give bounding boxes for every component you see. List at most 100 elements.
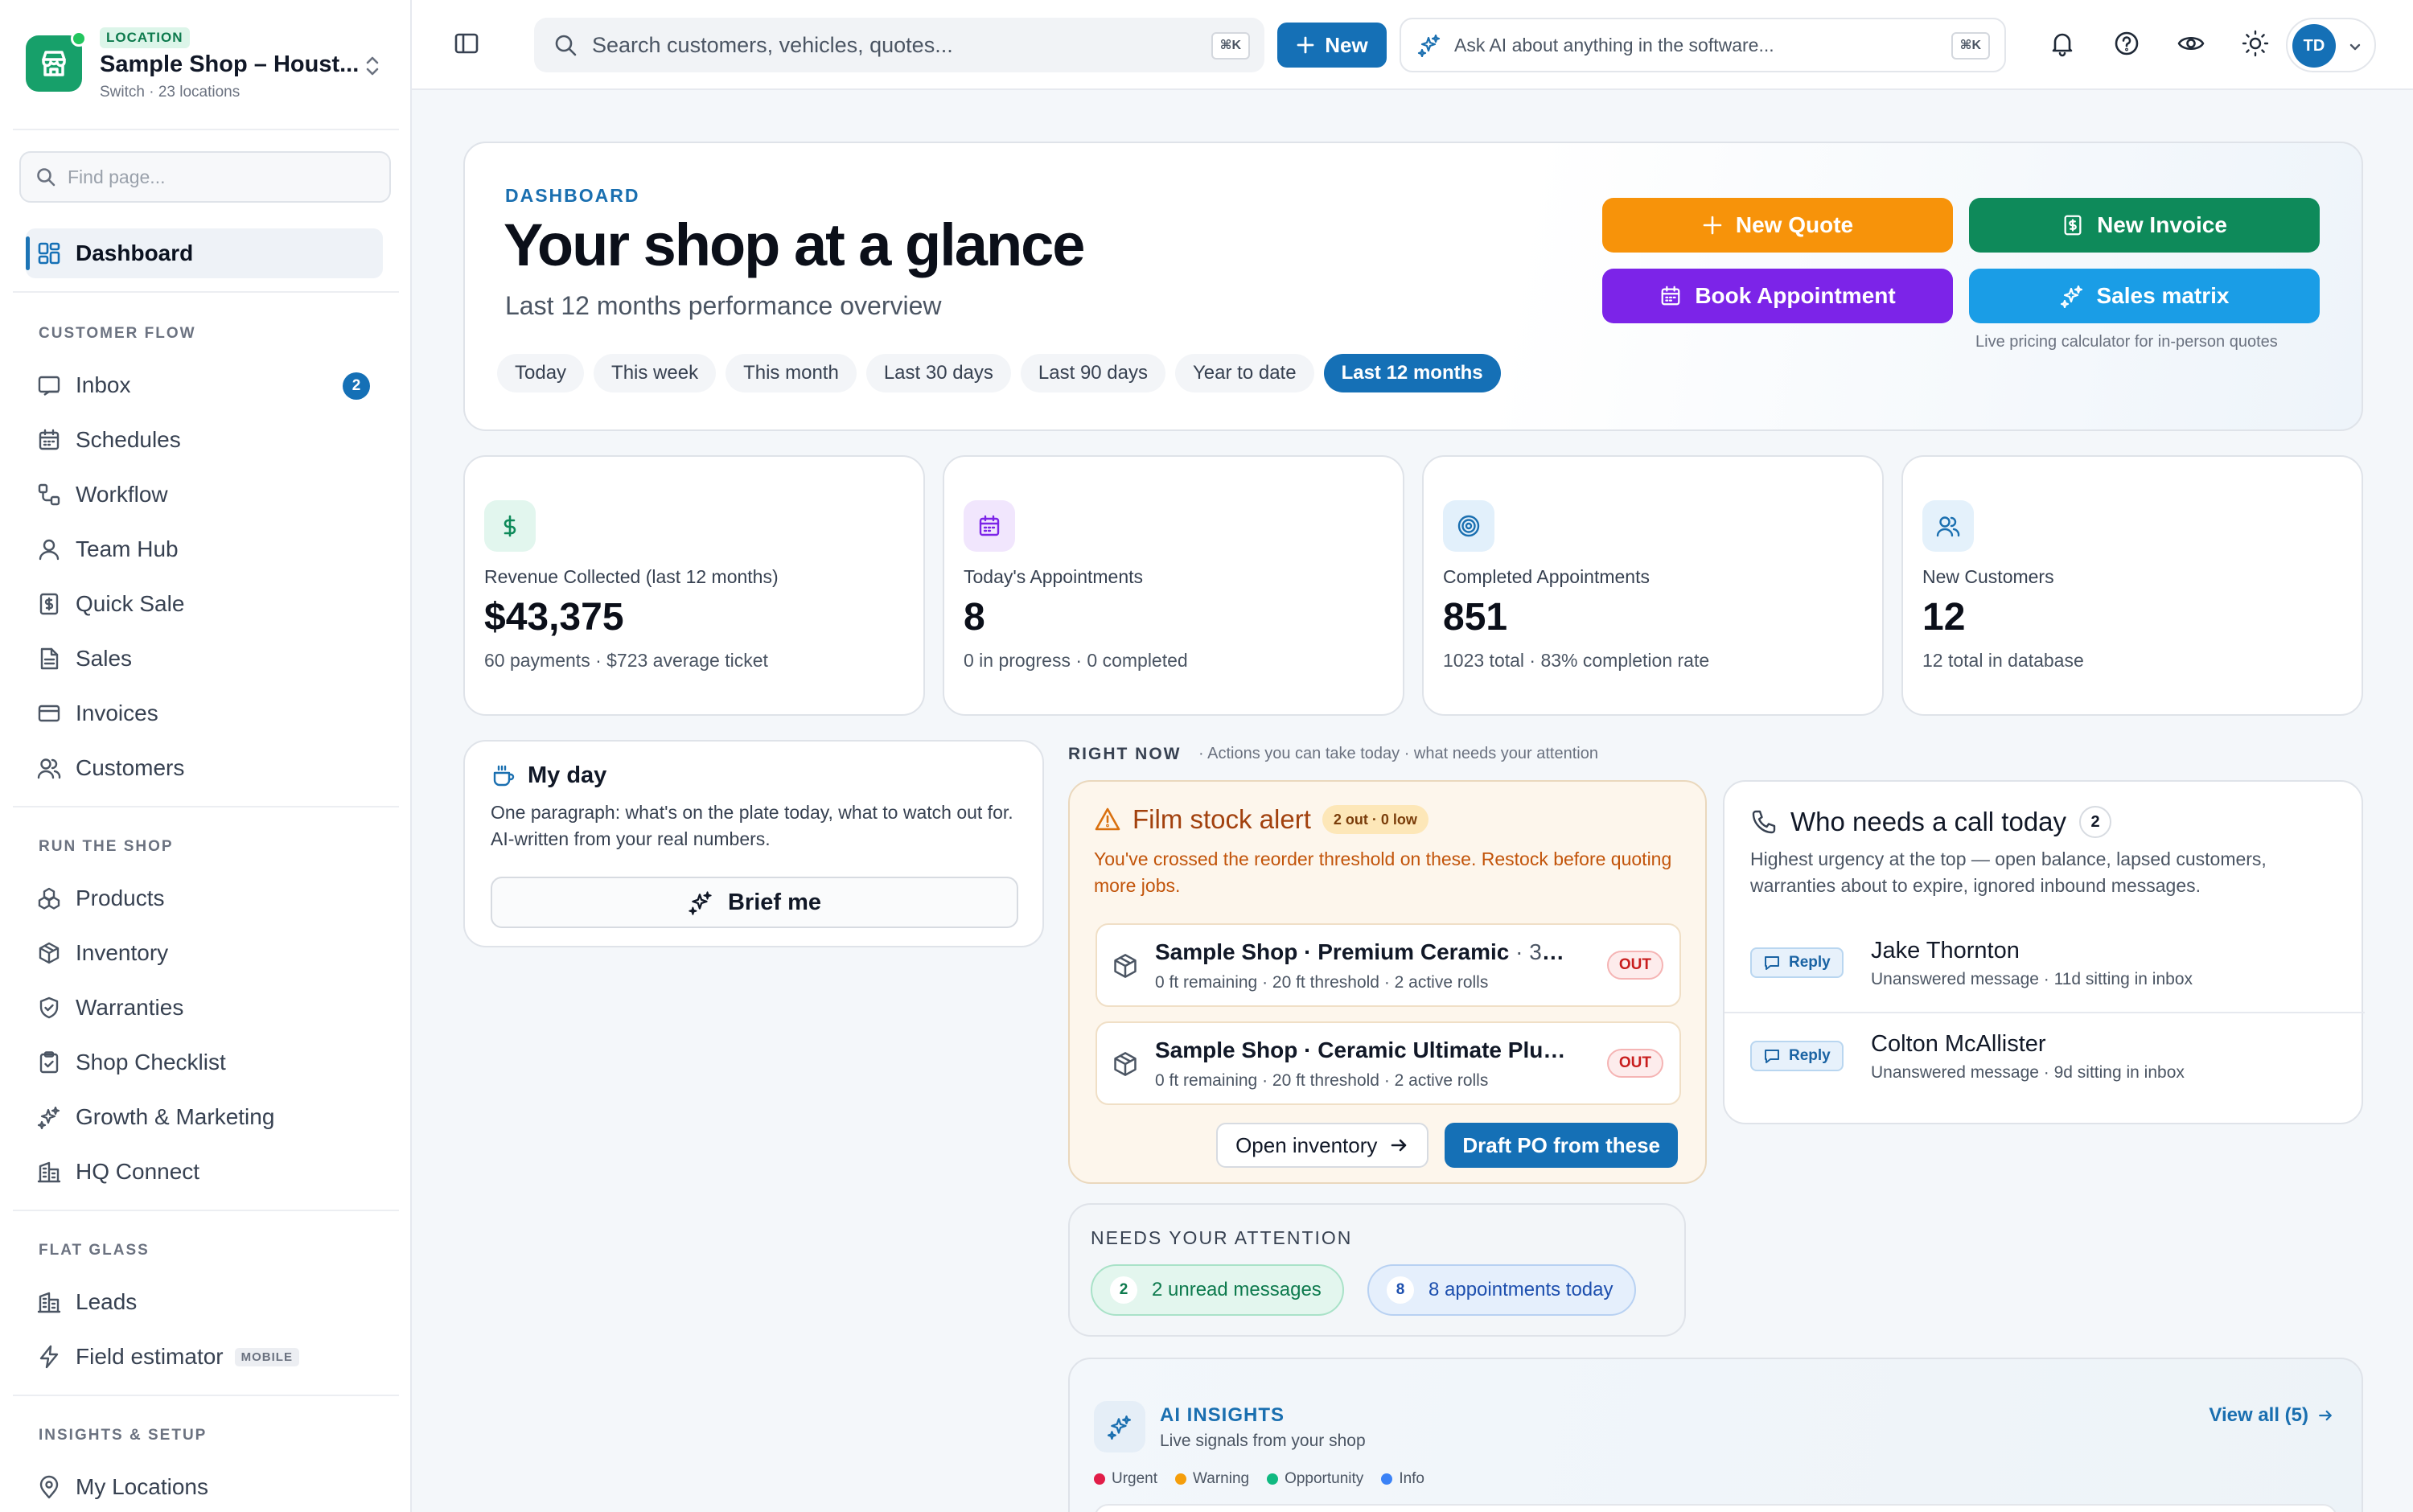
find-page-field[interactable] (19, 151, 391, 203)
sidebar-divider (13, 1210, 399, 1211)
boxes-icon (37, 886, 61, 910)
sidebar-item-customers[interactable]: Customers (26, 743, 383, 793)
online-status-dot (71, 31, 87, 47)
sidebar-item-my-locations[interactable]: My Locations (26, 1462, 383, 1512)
global-search-input[interactable] (592, 32, 1171, 58)
open-inventory-button[interactable]: Open inventory (1216, 1123, 1429, 1168)
stat-label: New Customers (1922, 566, 2054, 587)
sidebar-item-dashboard[interactable]: Dashboard (26, 228, 383, 278)
stat-card-revenue[interactable]: Revenue Collected (last 12 months) $43,3… (463, 455, 925, 716)
sidebar-item-label: Field estimator (76, 1344, 224, 1369)
sun-icon[interactable] (2241, 29, 2270, 58)
sidebar-item-shop-checklist[interactable]: Shop Checklist (26, 1037, 383, 1087)
film-stock-item[interactable]: Sample Shop · Ceramic Ultimate Plus · ..… (1096, 1021, 1681, 1105)
calls-today-card: Who needs a call today 2 Highest urgency… (1723, 780, 2365, 1124)
global-search[interactable]: ⌘K (534, 18, 1264, 72)
sidebar-item-label: Team Hub (76, 536, 179, 561)
new-invoice-button[interactable]: New Invoice (1969, 198, 2320, 253)
users-icon (1922, 500, 1974, 552)
film-alert-actions: Open inventory Draft PO from these (1216, 1123, 1678, 1168)
call-row[interactable]: Reply Jake Thornton Unanswered message ·… (1724, 920, 2365, 1010)
bell-icon[interactable] (2048, 29, 2077, 58)
my-day-title: My day (528, 762, 607, 788)
range-last-30-days[interactable]: Last 30 days (865, 354, 1011, 392)
bolt-icon (37, 1345, 61, 1369)
sidebar-item-sales[interactable]: Sales (26, 634, 383, 684)
range-year-to-date[interactable]: Year to date (1175, 354, 1314, 392)
insight-item[interactable] (1094, 1504, 2337, 1512)
range-today[interactable]: Today (497, 354, 585, 392)
dashboard-grid-icon (37, 241, 61, 265)
film-item-detail: · 35% ... (1515, 939, 1573, 964)
film-item-title: Sample Shop · Ceramic Ultimate Plus · ..… (1155, 1037, 1573, 1063)
legend-urgent: Urgent (1094, 1470, 1157, 1488)
help-icon[interactable] (2112, 29, 2141, 58)
sparkles-icon (1094, 1401, 1145, 1452)
stat-meta: 60 payments · $723 average ticket (484, 650, 768, 671)
sidebar-item-workflow[interactable]: Workflow (26, 470, 383, 520)
sidebar-item-growth-marketing[interactable]: Growth & Marketing (26, 1092, 383, 1142)
page-title: Your shop at a glance (504, 212, 1085, 278)
building-icon (37, 1290, 61, 1314)
sidebar-item-quick-sale[interactable]: Quick Sale (26, 579, 383, 629)
stat-label: Revenue Collected (last 12 months) (484, 566, 779, 587)
stat-card-completed-appointments[interactable]: Completed Appointments 851 1023 total · … (1422, 455, 1884, 716)
sidebar-item-schedules[interactable]: Schedules (26, 415, 383, 465)
brief-me-button[interactable]: Brief me (491, 877, 1018, 928)
dollar-doc-icon (2062, 214, 2084, 236)
call-reason: Unanswered message · 9d sitting in inbox (1871, 1063, 2185, 1082)
ask-ai-field[interactable]: Ask AI about anything in the software...… (1400, 18, 2006, 72)
new-button[interactable]: New (1277, 23, 1387, 68)
checklist-icon (37, 1050, 61, 1074)
range-this-month[interactable]: This month (726, 354, 857, 392)
sidebar-item-invoices[interactable]: Invoices (26, 688, 383, 738)
sidebar-toggle-icon[interactable] (452, 29, 481, 58)
location-switcher[interactable]: LOCATION Sample Shop – Houst... Switch ·… (26, 24, 388, 105)
unread-messages-pill[interactable]: 2 2 unread messages (1091, 1264, 1344, 1316)
legend-label: Urgent (1112, 1470, 1158, 1487)
sidebar-item-team-hub[interactable]: Team Hub (26, 524, 383, 574)
film-stock-item[interactable]: Sample Shop · Premium Ceramic · 35% ... … (1096, 923, 1681, 1007)
location-badge: LOCATION (100, 27, 190, 48)
workflow-icon (37, 483, 61, 507)
sidebar-item-field-estimator[interactable]: Field estimator MOBILE (26, 1332, 383, 1382)
new-quote-button[interactable]: New Quote (1602, 198, 1953, 253)
sales-matrix-button[interactable]: Sales matrix (1969, 269, 2320, 323)
stat-card-new-customers[interactable]: New Customers 12 12 total in database (1901, 455, 2363, 716)
draft-po-button[interactable]: Draft PO from these (1445, 1123, 1678, 1168)
find-page-input[interactable] (68, 166, 373, 188)
sidebar-item-products[interactable]: Products (26, 873, 383, 923)
reply-button[interactable]: Reply (1750, 1041, 1844, 1071)
range-this-week[interactable]: This week (594, 354, 717, 392)
users-icon (37, 756, 61, 780)
sidebar-item-inbox[interactable]: Inbox 2 (26, 360, 383, 410)
sidebar-item-leads[interactable]: Leads (26, 1277, 383, 1327)
store-icon (26, 31, 87, 92)
my-day-text: One paragraph: what's on the plate today… (491, 802, 1013, 849)
dollar-doc-icon (37, 592, 61, 616)
view-all-insights-link[interactable]: View all (5) (2209, 1404, 2334, 1427)
sparkles-icon (688, 890, 713, 915)
call-row[interactable]: Reply Colton McAllister Unanswered messa… (1724, 1012, 2365, 1102)
eye-icon[interactable] (2177, 29, 2205, 58)
ai-insights-subtitle: Live signals from your shop (1160, 1432, 1366, 1450)
calls-description: Highest urgency at the top — open balanc… (1750, 848, 2267, 896)
stat-card-todays-appointments[interactable]: Today's Appointments 8 0 in progress · 0… (943, 455, 1404, 716)
range-last-12-months[interactable]: Last 12 months (1323, 354, 1501, 392)
sidebar-item-inventory[interactable]: Inventory (26, 928, 383, 978)
user-menu[interactable]: TD (2286, 18, 2376, 72)
sidebar-item-warranties[interactable]: Warranties (26, 983, 383, 1033)
appointments-today-pill[interactable]: 8 8 appointments today (1367, 1264, 1636, 1316)
sparkles-icon (1417, 33, 1441, 57)
book-appointment-button[interactable]: Book Appointment (1602, 269, 1953, 323)
search-shortcut: ⌘K (1211, 32, 1250, 60)
film-item-name: Sample Shop · Premium Ceramic (1155, 939, 1510, 964)
sidebar-item-hq-connect[interactable]: HQ Connect (26, 1147, 383, 1197)
range-last-90-days[interactable]: Last 90 days (1020, 354, 1165, 392)
reply-button[interactable]: Reply (1750, 947, 1844, 978)
film-item-meta: 0 ft remaining · 20 ft threshold · 2 act… (1155, 1071, 1489, 1090)
ai-insights-card: AI INSIGHTS Live signals from your shop … (1068, 1358, 2363, 1512)
message-icon (1763, 954, 1781, 972)
legend-label: Info (1399, 1470, 1425, 1487)
film-item-name: Sample Shop · Ceramic Ultimate Plus (1155, 1037, 1556, 1062)
